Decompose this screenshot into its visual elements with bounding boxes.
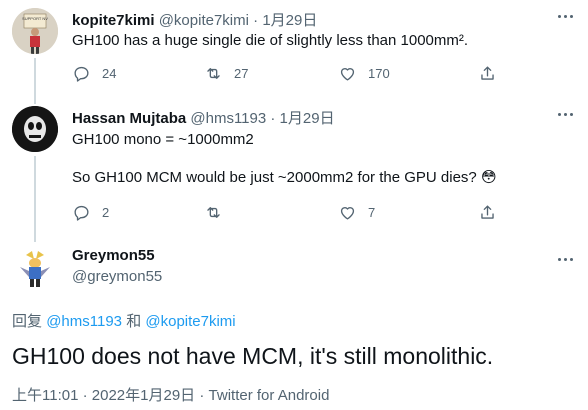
avatar-hassan-mujtaba[interactable] bbox=[12, 106, 58, 152]
reply-user-link[interactable]: @hms1193 bbox=[46, 313, 122, 330]
tweet-header: Hassan Mujtaba @hms1193 · 1月29日 bbox=[72, 107, 335, 128]
separator-dot: · bbox=[82, 387, 88, 404]
tweet-meta: 上午11:01 · 2022年1月29日 · Twitter for Andro… bbox=[12, 384, 329, 405]
more-icon[interactable] bbox=[556, 6, 576, 26]
like-count: 7 bbox=[368, 204, 376, 220]
tweet-time[interactable]: 上午11:01 bbox=[12, 387, 78, 404]
tweet-header: kopite7kimi @kopite7kimi · 1月29日 bbox=[72, 9, 317, 30]
like-icon bbox=[340, 206, 355, 220]
thread-line bbox=[34, 94, 36, 104]
retweet-icon bbox=[207, 206, 220, 218]
tweet-actions: 2 7 bbox=[72, 200, 512, 224]
reply-count: 2 bbox=[102, 204, 110, 220]
thread-line bbox=[34, 156, 36, 236]
tweet-text: GH100 has a huge single die of slightly … bbox=[72, 32, 469, 49]
main-tweet-text: GH100 does not have MCM, it's still mono… bbox=[12, 343, 494, 369]
reply-prefix: 回复 bbox=[12, 313, 43, 330]
separator-dot: · bbox=[270, 110, 276, 127]
like-count: 170 bbox=[368, 65, 390, 81]
thread-line bbox=[34, 232, 36, 242]
separator-dot: · bbox=[253, 12, 259, 29]
share-button[interactable] bbox=[478, 200, 497, 224]
tweet-text-line2-content: So GH100 MCM would be just ~2000mm2 for … bbox=[72, 169, 477, 186]
reply-icon bbox=[74, 205, 89, 221]
share-icon bbox=[481, 204, 494, 219]
more-icon[interactable] bbox=[556, 104, 576, 124]
avatar-sign-text: SUPPORT NV bbox=[22, 16, 48, 21]
author-handle[interactable]: @kopite7kimi bbox=[159, 12, 249, 29]
author-name[interactable]: Greymon55 bbox=[72, 247, 155, 264]
tweet-text-line1: GH100 mono = ~1000mm2 bbox=[72, 131, 254, 148]
tweet-actions: 24 27 170 bbox=[72, 61, 512, 85]
avatar-image: SUPPORT NV bbox=[12, 8, 58, 54]
tweet-source[interactable]: Twitter for Android bbox=[209, 387, 330, 404]
share-icon bbox=[481, 65, 494, 80]
reply-and: 和 bbox=[126, 313, 142, 330]
author-handle[interactable]: @greymon55 bbox=[72, 268, 162, 285]
retweet-icon bbox=[207, 67, 220, 79]
separator-dot: · bbox=[199, 387, 205, 404]
author-name[interactable]: kopite7kimi bbox=[72, 12, 155, 29]
retweet-button[interactable]: 27 bbox=[204, 61, 248, 85]
like-icon bbox=[340, 67, 355, 81]
reply-button[interactable]: 2 bbox=[72, 200, 109, 224]
tweet-date[interactable]: 1月29日 bbox=[262, 12, 317, 29]
flushed-emoji: 😳 bbox=[480, 169, 497, 186]
retweet-button[interactable] bbox=[204, 200, 234, 224]
tweet-hassan-mujtaba[interactable]: Hassan Mujtaba @hms1193 · 1月29日 GH100 mo… bbox=[0, 94, 588, 236]
tweet-date[interactable]: 1月29日 bbox=[280, 110, 335, 127]
thread-line bbox=[34, 58, 36, 98]
retweet-count: 27 bbox=[234, 65, 249, 81]
reply-icon bbox=[74, 66, 89, 82]
avatar-kopite7kimi[interactable]: SUPPORT NV bbox=[12, 8, 58, 54]
avatar-greymon55[interactable] bbox=[12, 245, 58, 291]
like-button[interactable]: 170 bbox=[338, 61, 390, 85]
share-button[interactable] bbox=[478, 61, 497, 85]
tweet-date[interactable]: 2022年1月29日 bbox=[92, 387, 195, 404]
avatar-image bbox=[12, 106, 58, 152]
tweet-text-line2: So GH100 MCM would be just ~2000mm2 for … bbox=[72, 168, 497, 188]
author-handle[interactable]: @hms1193 bbox=[190, 110, 266, 127]
more-icon[interactable] bbox=[556, 249, 576, 269]
reply-button[interactable]: 24 bbox=[72, 61, 116, 85]
like-button[interactable]: 7 bbox=[338, 200, 375, 224]
author-name[interactable]: Hassan Mujtaba bbox=[72, 110, 186, 127]
avatar-image bbox=[12, 245, 58, 291]
reply-count: 24 bbox=[102, 65, 117, 81]
replying-to: 回复 @hms1193 和 @kopite7kimi bbox=[12, 310, 236, 331]
tweet-kopite7kimi[interactable]: SUPPORT NV kopite7kimi @kopite7kimi · 1月… bbox=[0, 0, 588, 98]
reply-user-link[interactable]: @kopite7kimi bbox=[145, 313, 235, 330]
